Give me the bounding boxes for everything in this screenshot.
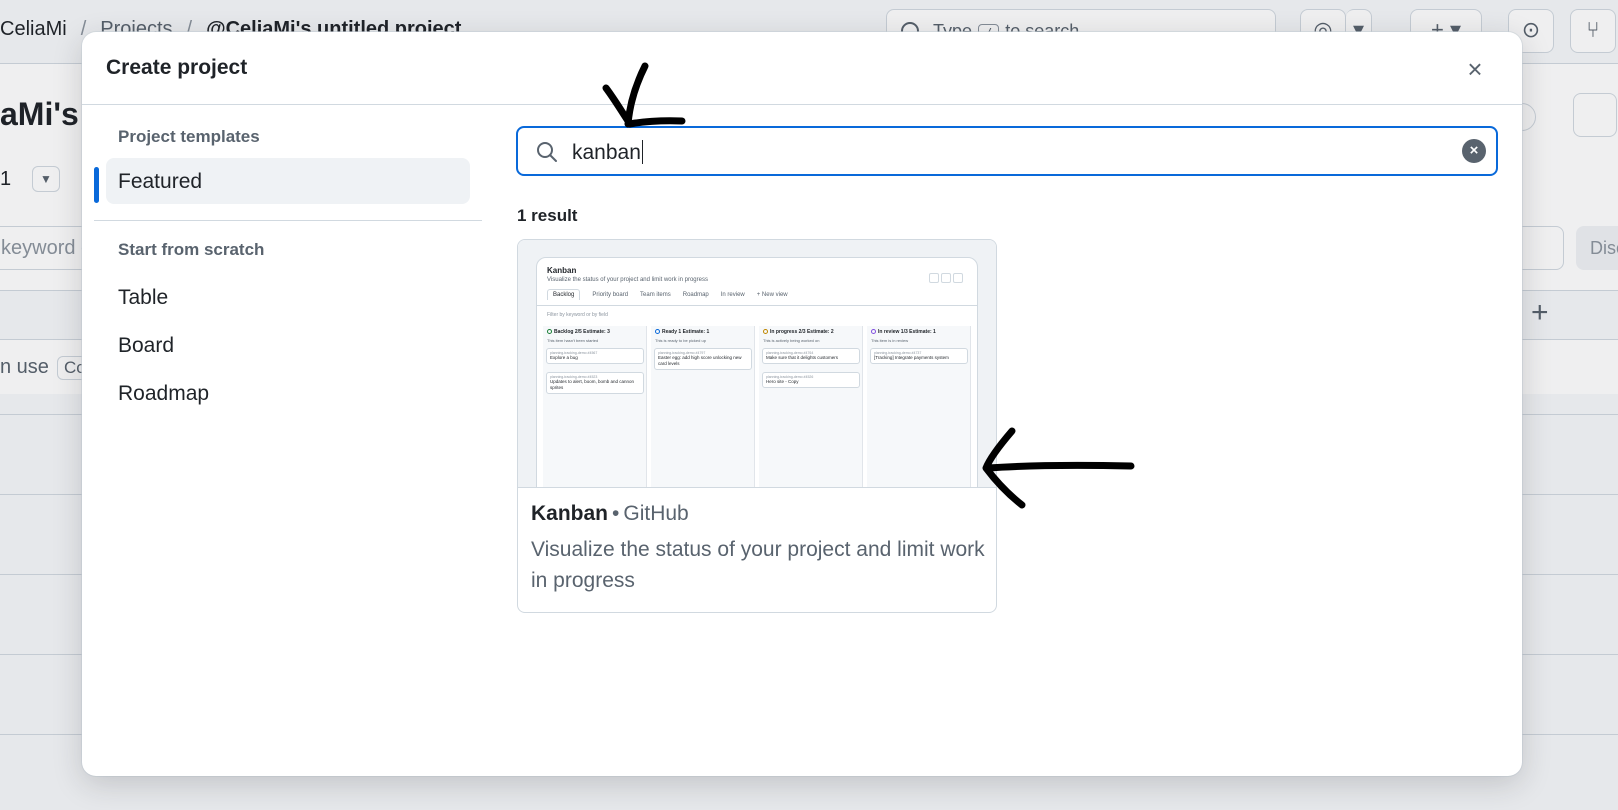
templates-heading: Project templates <box>118 127 260 146</box>
preview-column: In review 1/3 Estimate: 1 This item is in… <box>867 326 971 487</box>
template-search-input[interactable]: kanban × <box>516 126 1498 176</box>
template-owner: GitHub <box>623 502 689 525</box>
template-preview-image: Kanban Visualize the status of your proj… <box>518 240 996 488</box>
search-value[interactable]: kanban <box>572 140 643 165</box>
preview-column: In progress 2/3 Estimate: 2 This is activ… <box>759 326 863 487</box>
sidebar-item-roadmap[interactable]: Roadmap <box>106 370 470 416</box>
close-icon[interactable]: × <box>1458 52 1492 86</box>
clear-search-icon[interactable]: × <box>1462 139 1486 163</box>
preview-column: Ready 1 Estimate: 1 This is ready to be p… <box>651 326 755 487</box>
sidebar-item-board[interactable]: Board <box>106 322 470 368</box>
preview-card: planning-tracking-demo #4797 Easter egg: … <box>654 348 752 370</box>
template-card-kanban[interactable]: Kanban Visualize the status of your proj… <box>517 239 997 613</box>
template-name: Kanban <box>531 502 609 525</box>
dialog-header: Create project × <box>82 32 1522 105</box>
template-card-info: Kanban • GitHub Visualize the status of yo… <box>531 502 986 596</box>
preview-card: planning-tracking-demo #4567 Explore a bu… <box>546 348 644 364</box>
preview-tabs: Backlog Priority board Team items Roadmap In… <box>547 289 800 306</box>
preview-card: planning-tracking-demo #4526 Hero site - … <box>762 372 860 388</box>
template-description: Visualize the status of your project and… <box>531 538 985 592</box>
result-count: 1 result <box>517 206 578 225</box>
preview-card: planning-tracking-demo #4523 Updates to a… <box>546 372 644 394</box>
sidebar-item-table[interactable]: Table <box>106 274 470 320</box>
dialog-title: Create project <box>106 56 248 79</box>
active-indicator <box>94 167 99 203</box>
preview-toolbar-icons <box>927 270 963 288</box>
sidebar-item-featured[interactable]: Featured <box>106 158 470 204</box>
preview-column: Backlog 2/5 Estimate: 3 This item hasn't … <box>543 326 647 487</box>
search-icon <box>537 142 557 162</box>
preview-board: Kanban Visualize the status of your proj… <box>536 257 978 487</box>
scratch-heading: Start from scratch <box>118 240 265 259</box>
sidebar-divider <box>94 220 482 221</box>
create-project-dialog: Create project × Project templates Featu… <box>82 32 1522 776</box>
preview-card: planning-tracking-demo #4737 [Tracking] I… <box>870 348 968 364</box>
preview-card: planning-tracking-demo #4764 Make sure th… <box>762 348 860 364</box>
